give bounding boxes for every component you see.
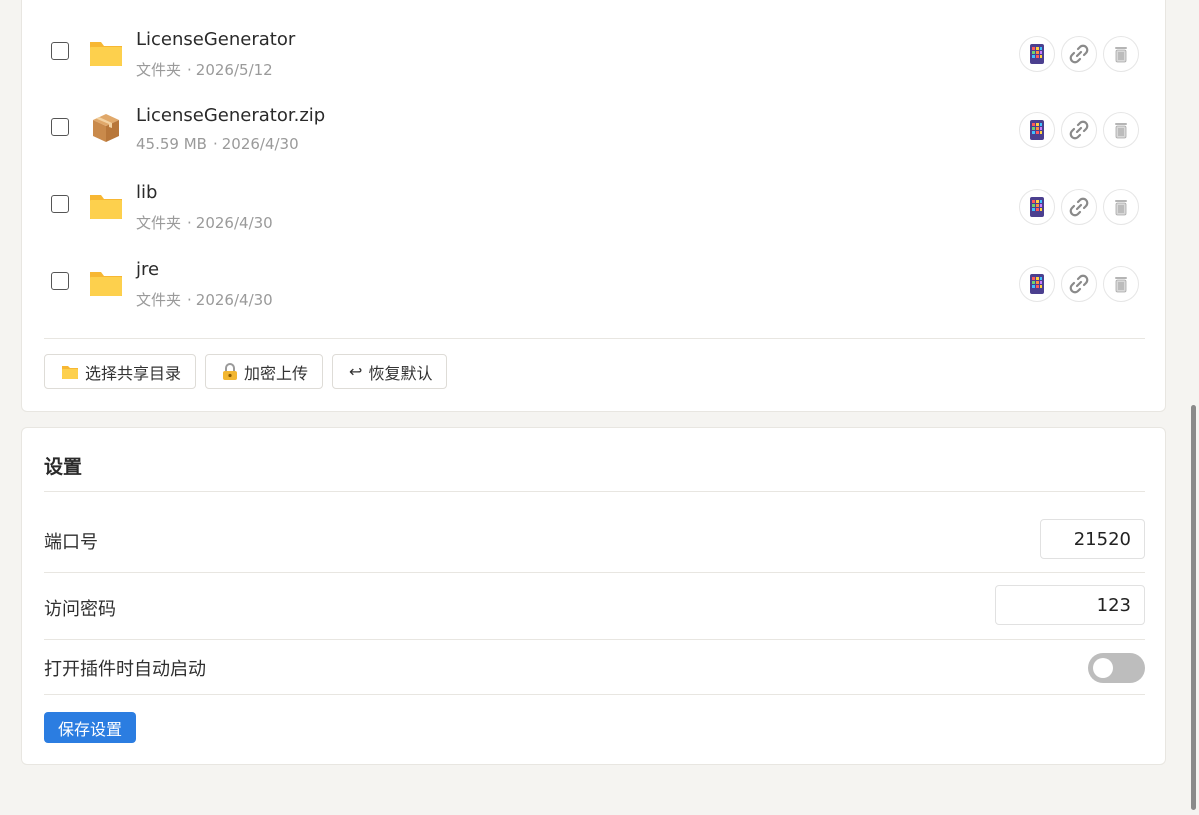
delete-button[interactable] [1103,266,1139,302]
scrollbar-thumb[interactable] [1191,405,1196,810]
meta-separator: · [212,135,218,153]
password-label: 访问密码 [44,599,116,620]
file-kind: 文件夹 [136,291,182,309]
return-arrow-icon: ↩ [349,362,363,381]
trash-icon [1115,200,1127,216]
encrypted-upload-button[interactable]: 加密上传 [205,354,324,389]
port-input[interactable]: 21520 [1040,519,1145,559]
app-window: LicenseGenerator 文件夹 · 2026/5/12 License… [0,0,1189,815]
meta-separator: · [187,291,192,309]
port-setting-row: 端口号 21520 [44,519,1145,561]
send-to-phone-button[interactable] [1019,189,1055,225]
row-checkbox[interactable] [51,42,69,60]
restore-default-label: 恢复默认 [368,363,433,383]
folder-icon [89,35,123,69]
password-setting-row: 访问密码 123 [44,585,1145,627]
meta-separator: · [187,214,192,232]
send-to-phone-button[interactable] [1019,266,1055,302]
meta-separator: · [187,61,192,79]
file-date: 2026/5/12 [195,61,273,79]
trash-icon [1115,47,1127,63]
row-actions [1019,266,1139,304]
autostart-toggle[interactable] [1088,653,1145,683]
divider [44,572,1145,573]
file-row[interactable]: LicenseGenerator 文件夹 · 2026/5/12 [44,23,1145,83]
row-checkbox[interactable] [51,195,69,213]
select-share-dir-label: 选择共享目录 [85,363,182,383]
file-toolbar: 选择共享目录 加密上传 ↩ 恢复默认 [44,354,448,389]
link-icon [1069,44,1089,64]
file-list-card: LicenseGenerator 文件夹 · 2026/5/12 License… [21,0,1166,412]
send-to-phone-button[interactable] [1019,36,1055,72]
file-date: 2026/4/30 [195,291,273,309]
file-date: 2026/4/30 [221,135,299,153]
delete-button[interactable] [1103,112,1139,148]
file-row[interactable]: lib 文件夹 · 2026/4/30 [44,176,1145,236]
trash-icon [1115,277,1127,293]
autostart-setting-row: 打开插件时自动启动 [44,652,1145,684]
scrollbar-track[interactable] [1189,0,1199,815]
delete-button[interactable] [1103,36,1139,72]
trash-icon [1115,123,1127,139]
file-name[interactable]: LicenseGenerator.zip [136,105,325,126]
mobile-phone-icon [1030,197,1044,217]
file-name[interactable]: LicenseGenerator [136,29,295,50]
row-checkbox[interactable] [51,118,69,136]
file-meta: 45.59 MB · 2026/4/30 [136,135,299,153]
file-name[interactable]: lib [136,182,157,203]
divider [44,491,1145,492]
row-checkbox[interactable] [51,272,69,290]
row-actions [1019,189,1139,227]
file-meta: 文件夹 · 2026/4/30 [136,212,273,233]
encrypted-upload-label: 加密上传 [244,363,309,383]
password-input[interactable]: 123 [995,585,1145,625]
file-kind: 文件夹 [136,61,182,79]
mobile-phone-icon [1030,44,1044,64]
mobile-phone-icon [1030,274,1044,294]
save-settings-button[interactable]: 保存设置 [44,712,137,743]
settings-title: 设置 [44,456,83,478]
file-meta: 文件夹 · 2026/5/12 [136,59,273,80]
send-to-phone-button[interactable] [1019,112,1055,148]
row-actions [1019,36,1139,74]
copy-link-button[interactable] [1061,36,1097,72]
select-share-dir-button[interactable]: 选择共享目录 [44,354,197,389]
file-meta: 文件夹 · 2026/4/30 [136,289,273,310]
folder-icon [62,365,78,379]
toggle-knob [1093,658,1113,678]
link-icon [1069,197,1089,217]
folder-icon [89,265,123,299]
file-name[interactable]: jre [136,259,159,280]
copy-link-button[interactable] [1061,189,1097,225]
file-date: 2026/4/30 [195,214,273,232]
package-icon [89,111,123,145]
divider [44,694,1145,695]
mobile-phone-icon [1030,120,1044,140]
file-size: 45.59 MB [136,135,207,153]
lock-icon [223,362,238,380]
file-kind: 文件夹 [136,214,182,232]
autostart-label: 打开插件时自动启动 [44,659,206,680]
copy-link-button[interactable] [1061,266,1097,302]
port-label: 端口号 [44,532,98,553]
file-row[interactable]: LicenseGenerator.zip 45.59 MB · 2026/4/30 [44,99,1145,159]
divider [44,639,1145,640]
restore-default-button[interactable]: ↩ 恢复默认 [332,354,448,389]
folder-icon [89,188,123,222]
file-row[interactable]: jre 文件夹 · 2026/4/30 [44,253,1145,313]
divider [44,338,1145,339]
link-icon [1069,120,1089,140]
copy-link-button[interactable] [1061,112,1097,148]
settings-card: 设置 端口号 21520 访问密码 123 打开插件时自动启动 保存设置 [21,427,1166,765]
row-actions [1019,112,1139,150]
link-icon [1069,274,1089,294]
delete-button[interactable] [1103,189,1139,225]
